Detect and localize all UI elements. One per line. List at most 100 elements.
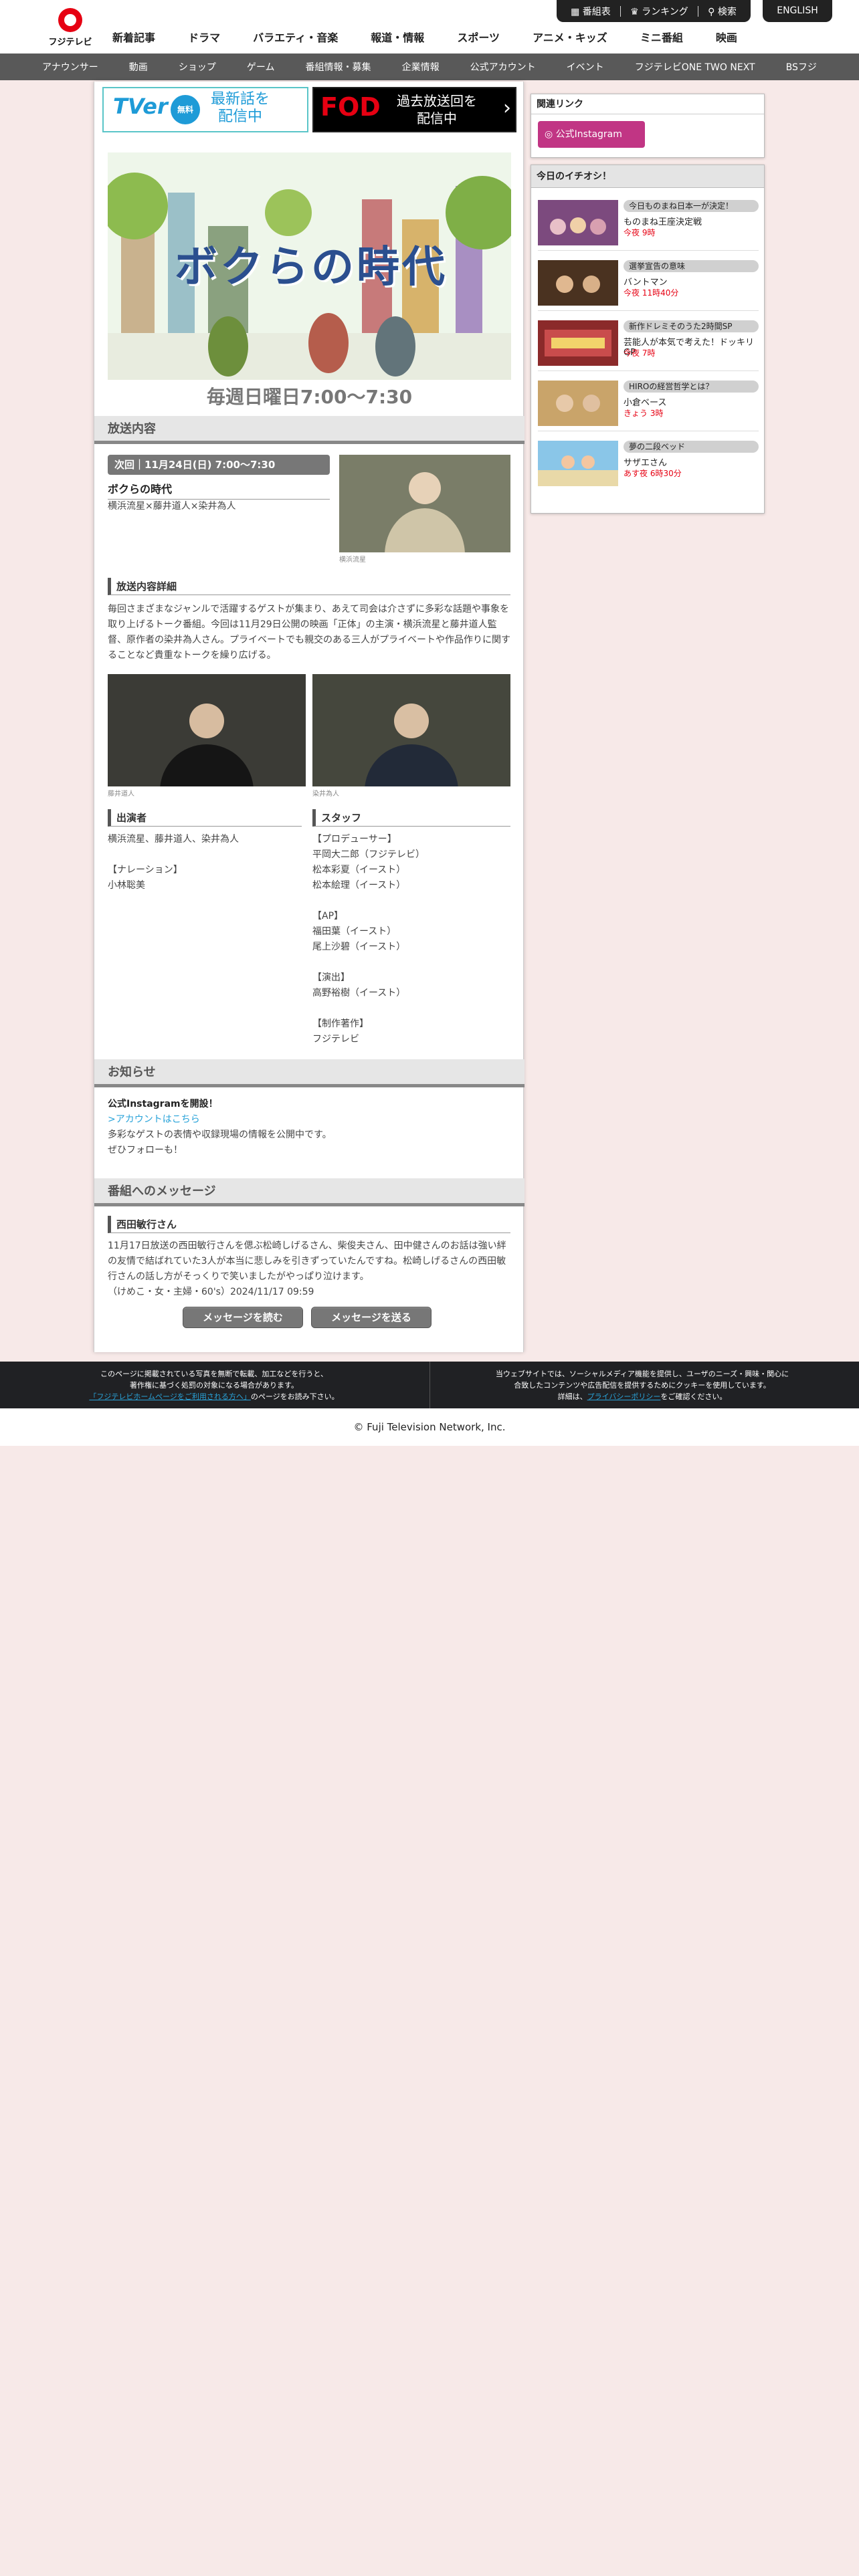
main-nav: 新着記事 ドラマ バラエティ・音楽 報道・情報 スポーツ アニメ・キッズ ミニ番… bbox=[107, 25, 743, 48]
pick-badge: 今日ものまね日本一が決定！ bbox=[624, 200, 759, 212]
send-message-button[interactable]: メッセージを送る bbox=[311, 1307, 432, 1328]
search-icon: ⚲ bbox=[708, 6, 718, 17]
fod-banner[interactable]: FOD 過去放送回を 配信中 › bbox=[312, 87, 516, 132]
message-author: 西田敏行さん bbox=[108, 1216, 510, 1233]
util-schedule-label: 番組表 bbox=[582, 6, 611, 17]
news-headline: 公式Instagramを開設！ bbox=[108, 1099, 218, 1109]
footer-text: 詳細は、プライバシーポリシーをご確認ください。 bbox=[455, 1391, 830, 1402]
sub-nav-item[interactable]: 動画 bbox=[129, 60, 148, 74]
sub-nav-item[interactable]: BSフジ bbox=[786, 60, 817, 74]
hero-title: ボクらの時代 bbox=[175, 243, 448, 292]
copyright: © Fuji Television Network, Inc. bbox=[0, 1408, 859, 1446]
site-header: フジテレビ ▦ 番組表 ♛ ランキング ⚲ 検索 ENGLISH 新着記事 ドラ… bbox=[0, 0, 859, 53]
footer-text-tail: のページをお読み下さい。 bbox=[250, 1392, 339, 1401]
pick-item[interactable]: 新作ドレミそのうた2時間SP 芸能人が本気で考えた！ドッキリGP 今夜 7時 bbox=[538, 316, 759, 371]
sub-nav-item[interactable]: 企業情報 bbox=[402, 60, 440, 74]
message-meta: （けめこ・女・主婦・60's）2024/11/17 09:59 bbox=[108, 1287, 314, 1297]
english-button[interactable]: ENGLISH bbox=[763, 0, 832, 22]
footer-text: このページに掲載されている写真を無断で転載、加工などを行うと、 bbox=[100, 1370, 328, 1378]
pick-item[interactable]: 選挙宣告の意味 バントマン 今夜 11時40分 bbox=[538, 256, 759, 311]
instagram-account-link[interactable]: >アカウントはこちら bbox=[108, 1112, 200, 1128]
main-nav-item[interactable]: アニメ・キッズ bbox=[527, 29, 613, 45]
pick-item[interactable]: 今日ものまね日本一が決定！ ものまね王座決定戦 今夜 9時 bbox=[538, 196, 759, 251]
detail-subheading: 放送内容詳細 bbox=[108, 578, 510, 595]
pick-title: サザエさん bbox=[624, 458, 668, 468]
pick-time: 今夜 7時 bbox=[624, 348, 656, 358]
news-line: 多彩なゲストの表情や収録現場の情報を公開中です。 bbox=[108, 1130, 332, 1140]
footer-terms-link[interactable]: 「フジテレビホームページをご利用される方へ」 bbox=[89, 1392, 250, 1401]
photo-caption: 藤井道人 bbox=[108, 790, 134, 798]
main-nav-item[interactable]: ミニ番組 bbox=[635, 29, 688, 45]
tver-banner[interactable]: TVer 無料 最新話を 配信中 bbox=[102, 87, 308, 132]
staff-line: 【演出】 bbox=[312, 972, 350, 983]
pick-thumbnail bbox=[538, 441, 618, 486]
photo-caption: 横浜流星 bbox=[339, 556, 366, 564]
logo-eye-icon bbox=[58, 8, 82, 32]
logo-text: フジテレビ bbox=[48, 37, 92, 47]
footer-text: 合致したコンテンツや広告配信を提供するためにクッキーを使用しています。 bbox=[514, 1381, 771, 1390]
fod-logo: FOD bbox=[320, 92, 381, 122]
footer-text: 「フジテレビホームページをご利用される方へ」のページをお読み下さい。 bbox=[40, 1391, 388, 1402]
util-search-label: 検索 bbox=[717, 6, 737, 17]
main-nav-item[interactable]: ドラマ bbox=[183, 29, 225, 45]
sub-nav-item[interactable]: イベント bbox=[567, 60, 604, 74]
pick-title: ものまね王座決定戦 bbox=[624, 217, 702, 227]
sub-nav-item[interactable]: フジテレビONE TWO NEXT bbox=[635, 60, 755, 74]
pick-time: あす夜 6時30分 bbox=[624, 469, 682, 478]
staff-line: フジテレビ bbox=[312, 1034, 359, 1045]
sub-nav-item[interactable]: アナウンサー bbox=[42, 60, 98, 74]
sub-nav-item[interactable]: 公式アカウント bbox=[470, 60, 536, 74]
photo-placeholder bbox=[108, 674, 306, 786]
picks-title: 今日のイチオシ！ bbox=[531, 165, 764, 188]
privacy-policy-link[interactable]: プライバシーポリシー bbox=[587, 1392, 661, 1401]
pick-thumbnail bbox=[538, 200, 618, 245]
footer-copyright-notice: このページに掲載されている写真を無断で転載、加工などを行うと、 著作権に基づく処… bbox=[40, 1368, 388, 1402]
main-nav-item[interactable]: 映画 bbox=[710, 29, 743, 45]
sub-nav-item[interactable]: ショップ bbox=[179, 60, 216, 74]
fujitv-logo[interactable]: フジテレビ bbox=[47, 5, 94, 47]
related-links-box: 関連リンク ◎ 公式Instagram bbox=[531, 94, 765, 158]
picks-box: 今日のイチオシ！ 今日ものまね日本一が決定！ ものまね王座決定戦 今夜 9時 選… bbox=[531, 165, 765, 514]
episode-guests: 横浜流星×藤井道人×染井為人 bbox=[108, 501, 236, 512]
narration-name: 小林聡美 bbox=[108, 880, 145, 891]
section-messages-header: 番組へのメッセージ bbox=[94, 1178, 524, 1206]
news-line: ぜひフォローも！ bbox=[108, 1145, 183, 1156]
cast-text: 横浜流星、藤井道人、染井為人 bbox=[108, 834, 239, 845]
pick-item[interactable]: HIROの経営哲学とは？ 小倉ベース きょう 3時 bbox=[538, 377, 759, 431]
main-nav-item[interactable]: 新着記事 bbox=[107, 29, 161, 45]
guest-photo-2 bbox=[108, 674, 306, 786]
footer-cookie-notice: 当ウェブサイトでは、ソーシャルメディア機能を提供し、ユーザのニーズ・興味・関心に… bbox=[455, 1368, 830, 1402]
pick-badge: 夢の二段ベッド bbox=[624, 441, 759, 453]
main-nav-item[interactable]: 報道・情報 bbox=[365, 29, 430, 45]
instagram-button[interactable]: ◎ 公式Instagram bbox=[538, 121, 645, 148]
sub-nav-item[interactable]: ゲーム bbox=[247, 60, 275, 74]
staff-line: 高野裕樹（イースト） bbox=[312, 988, 406, 998]
staff-line: 平岡大二郎（フジテレビ） bbox=[312, 849, 425, 860]
photo-placeholder bbox=[339, 455, 510, 552]
airtime: 毎週日曜日7:00〜7:30 bbox=[206, 386, 413, 408]
footer-text: 著作権に基づく処罰の対象になる場合があります。 bbox=[130, 1381, 298, 1390]
pick-badge: 新作ドレミそのうた2時間SP bbox=[624, 320, 759, 332]
narration-label: 【ナレーション】 bbox=[108, 865, 183, 875]
pick-item[interactable]: 夢の二段ベッド サザエさん あす夜 6時30分 bbox=[538, 437, 759, 492]
program-hero-image: ボクらの時代 bbox=[108, 152, 511, 380]
sub-nav-item[interactable]: 番組情報・募集 bbox=[306, 60, 371, 74]
guest-photo-3 bbox=[312, 674, 510, 786]
tver-logo: TVer bbox=[113, 94, 168, 119]
footer-text-tail: をご確認ください。 bbox=[660, 1392, 727, 1401]
tver-free-badge: 無料 bbox=[171, 95, 200, 124]
util-schedule[interactable]: ▦ 番組表 bbox=[571, 5, 611, 18]
main-nav-item[interactable]: バラエティ・音楽 bbox=[248, 29, 343, 45]
guest-photo-1 bbox=[339, 455, 510, 552]
next-broadcast-label: 次回｜11月24日(日) 7:00〜7:30 bbox=[108, 455, 330, 475]
instagram-button-label: 公式Instagram bbox=[555, 129, 622, 140]
pick-time: 今夜 11時40分 bbox=[624, 288, 679, 298]
staff-line bbox=[312, 893, 510, 909]
util-ranking[interactable]: ♛ ランキング bbox=[630, 5, 688, 18]
pick-title: 小倉ベース bbox=[624, 398, 667, 408]
staff-line: 松本彩夏（イースト） bbox=[312, 865, 406, 875]
staff-line: 尾上沙碧（イースト） bbox=[312, 942, 406, 952]
read-messages-button[interactable]: メッセージを読む bbox=[183, 1307, 303, 1328]
main-nav-item[interactable]: スポーツ bbox=[452, 29, 505, 45]
util-search[interactable]: ⚲ 検索 bbox=[708, 5, 737, 18]
